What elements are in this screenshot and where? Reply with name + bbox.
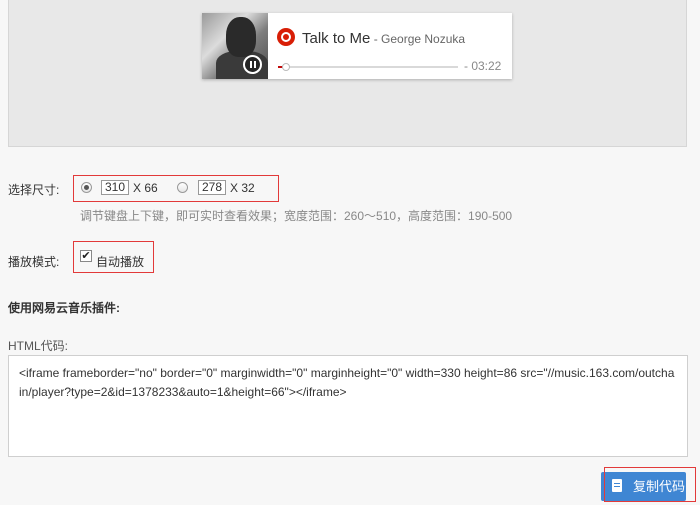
album-cover: [202, 13, 268, 79]
size-option1-height: X 66: [133, 181, 158, 195]
play-mode-label: 播放模式:: [8, 255, 60, 269]
song-info: Talk to Me - George Nozuka: [302, 30, 465, 47]
song-artist: George Nozuka: [381, 32, 466, 46]
progress-knob[interactable]: [282, 63, 291, 71]
autoplay-checkbox[interactable]: ✔: [80, 250, 92, 262]
cover-figure-head: [226, 17, 256, 57]
size-option2-height: X 32: [230, 181, 255, 195]
size-option-310-radio[interactable]: [81, 182, 92, 193]
song-separator: -: [370, 32, 382, 46]
progress-bar[interactable]: [278, 63, 458, 71]
song-title: Talk to Me: [302, 30, 371, 47]
size-label: 选择尺寸:: [8, 183, 60, 197]
html-code-textarea[interactable]: <iframe frameborder="no" border="0" marg…: [8, 355, 688, 457]
html-code-label: HTML代码:: [8, 339, 69, 353]
autoplay-label[interactable]: 自动播放: [96, 253, 144, 270]
size-option-278-radio[interactable]: [177, 182, 188, 193]
plugin-section-title: 使用网易云音乐插件:: [8, 301, 120, 315]
preview-area: Talk to Me - George Nozuka - 03:22: [8, 0, 687, 147]
netease-music-logo-icon: [277, 28, 295, 46]
copy-button-highlight: [604, 467, 696, 502]
music-player-widget: Talk to Me - George Nozuka - 03:22: [202, 13, 512, 79]
track-time: - 03:22: [464, 59, 502, 73]
pause-icon[interactable]: [243, 55, 262, 74]
width-input-option1[interactable]: [101, 180, 129, 195]
width-input-option2[interactable]: [198, 180, 226, 195]
size-hint: 调节键盘上下键，即可实时查看效果；宽度范围：260～510，高度范围：190-5…: [80, 209, 513, 223]
